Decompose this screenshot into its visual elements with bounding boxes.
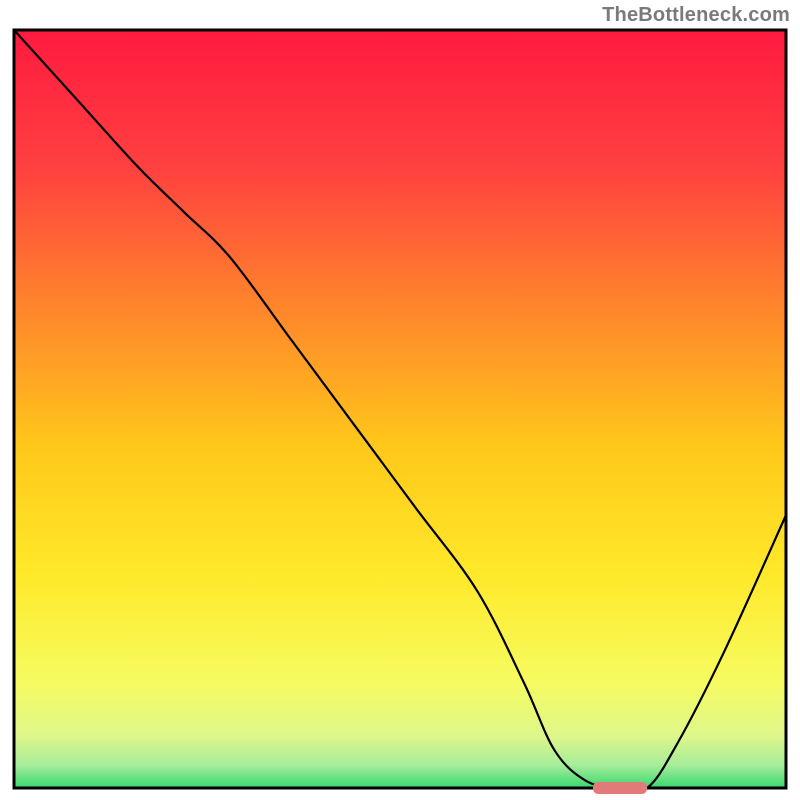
chart-svg bbox=[0, 0, 800, 800]
plot-gradient-background bbox=[14, 30, 786, 788]
chart-stage: TheBottleneck.com bbox=[0, 0, 800, 800]
optimum-marker bbox=[593, 782, 647, 794]
